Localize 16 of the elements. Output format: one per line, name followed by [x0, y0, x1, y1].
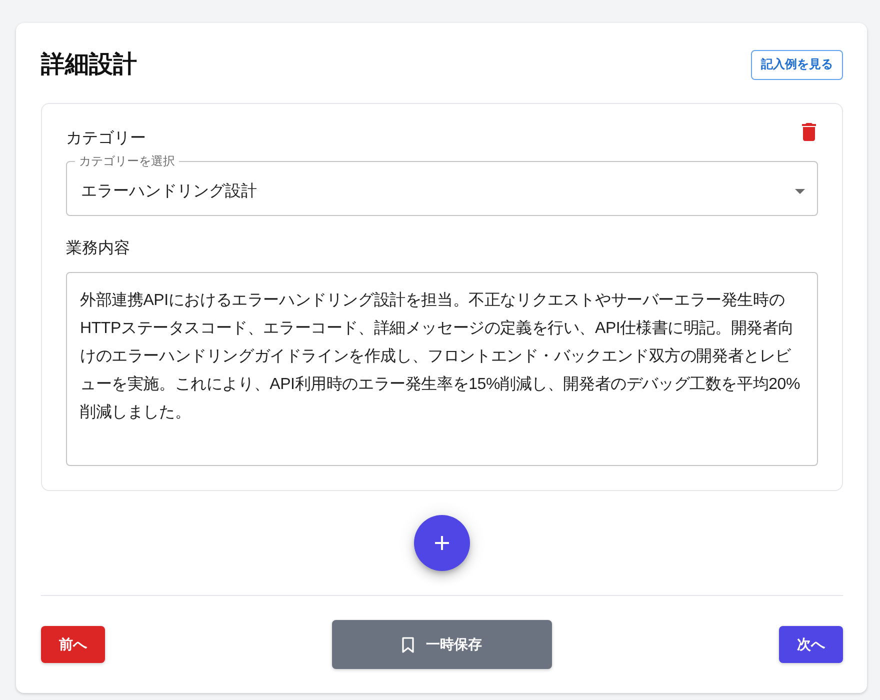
content-label: 業務内容: [66, 238, 130, 259]
next-button[interactable]: 次へ: [779, 626, 843, 663]
previous-button[interactable]: 前へ: [41, 626, 105, 663]
view-example-button[interactable]: 記入例を見る: [751, 50, 843, 80]
selected-value: エラーハンドリング設計: [81, 182, 257, 202]
text-area[interactable]: 外部連携APIにおけるエラーハンドリング設計を担当。不正なリクエストやサーバーエラー発生時のHTTPステータスコード、エラーコード、詳細メッセージの定義を行い、API仕様書に明記。開発者向けのエラーハンドリングガイドラインを作成し、フロントエンド・バックエンド双方の開発者とレビューを実施。これにより、API利用時のエラー発生率を15%削減し、開発者のデバッグ工数を平均20%削減しました。: [66, 272, 818, 466]
add-button[interactable]: [414, 515, 470, 571]
bookmark-icon: [402, 636, 414, 652]
caret-icon: [795, 188, 805, 194]
category-dropdown[interactable]: カテゴリーを選択 エラーハンドリング設計: [66, 154, 818, 216]
category-label: カテゴリー: [66, 129, 146, 149]
save-draft-button[interactable]: 一時保存: [332, 620, 552, 669]
delete-icon[interactable]: [802, 123, 816, 141]
page-title: 詳細設計: [41, 50, 137, 80]
plus-icon: [435, 536, 449, 550]
floating-label: カテゴリーを選択: [78, 154, 176, 168]
